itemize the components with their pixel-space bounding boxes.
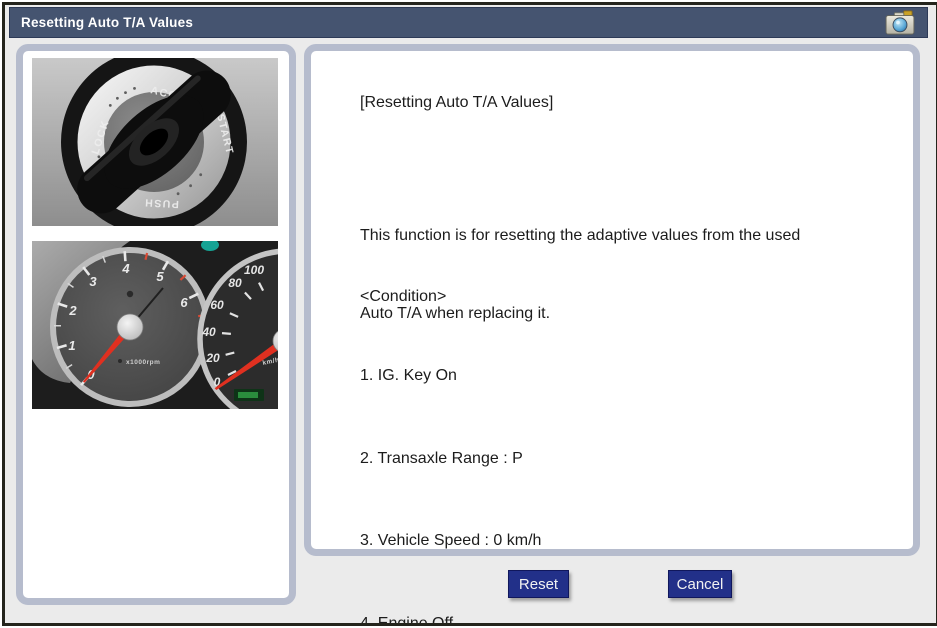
tachometer: 0 1 2 3 4 5 6 x1000rpm — [53, 250, 207, 404]
image-panel: LOCK ACC START PUSH — [16, 44, 296, 605]
ignition-key-illustration: LOCK ACC START PUSH — [32, 58, 278, 226]
title-bar: Resetting Auto T/A Values — [9, 7, 928, 38]
tach-number-1: 1 — [68, 338, 75, 353]
condition-item: 2. Transaxle Range : P — [360, 445, 541, 473]
instrument-cluster-photo: 0 1 2 3 4 5 6 x1000rpm — [32, 241, 278, 409]
window-title: Resetting Auto T/A Values — [10, 15, 193, 30]
speedo-number-40: 40 — [201, 325, 216, 339]
reset-button[interactable]: Reset — [508, 570, 569, 598]
tach-number-4: 4 — [121, 261, 130, 276]
camera-icon — [884, 10, 916, 36]
tach-number-2: 2 — [68, 303, 77, 318]
cancel-button[interactable]: Cancel — [668, 570, 732, 598]
instruction-heading: [Resetting Auto T/A Values] — [360, 90, 553, 116]
cluster-illustration: 0 1 2 3 4 5 6 x1000rpm — [32, 241, 278, 409]
speedo-number-20: 20 — [205, 351, 220, 365]
instruction-panel: [Resetting Auto T/A Values] This functio… — [304, 44, 920, 556]
condition-item: 3. Vehicle Speed : 0 km/h — [360, 527, 541, 555]
tach-number-3: 3 — [89, 274, 97, 289]
tach-number-5: 5 — [156, 269, 164, 284]
speedo-number-80: 80 — [228, 276, 242, 290]
dialog-resetting-auto-ta: Resetting Auto T/A Values — [2, 2, 937, 626]
ignition-key-photo: LOCK ACC START PUSH — [32, 58, 278, 226]
ignition-label-push: PUSH — [143, 196, 179, 210]
screen-capture-button[interactable] — [882, 10, 918, 36]
tach-number-6: 6 — [180, 295, 188, 310]
description-line: This function is for resetting the adapt… — [360, 223, 800, 249]
tach-unit-label: x1000rpm — [126, 359, 160, 366]
speedo-number-60: 60 — [210, 298, 224, 312]
condition-item: 1. IG. Key On — [360, 362, 541, 390]
speedo-number-100: 100 — [244, 263, 264, 277]
